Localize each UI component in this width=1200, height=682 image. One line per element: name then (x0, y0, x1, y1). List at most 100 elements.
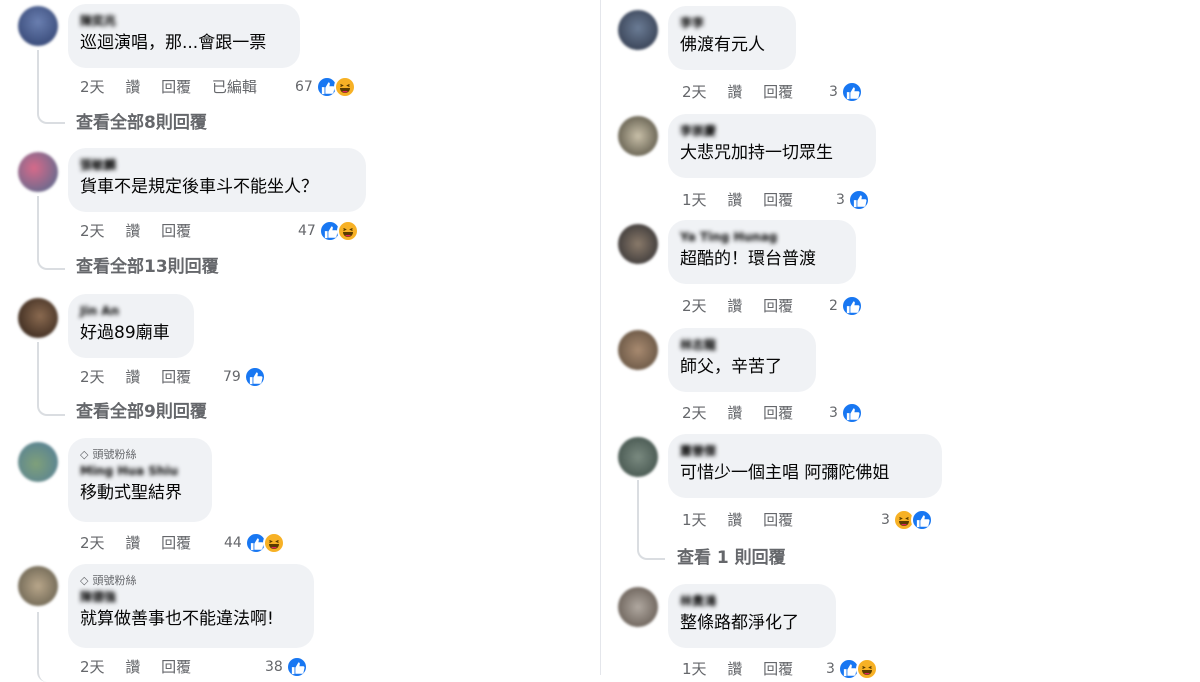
comment-time[interactable]: 2天 (80, 658, 105, 676)
reply-action[interactable]: 回覆 (161, 78, 191, 96)
like-action[interactable]: 讚 (125, 368, 140, 386)
reaction-summary[interactable]: 79 (223, 366, 266, 388)
reaction-summary[interactable]: 3 (829, 402, 863, 424)
view-replies-link[interactable]: 查看全部8則回覆 (76, 111, 207, 135)
comment-bubble: 張敏麟 貨車不是規定後車斗不能坐人？ (68, 148, 366, 212)
comment-text: 師父，辛苦了 (680, 357, 782, 377)
comment-time[interactable]: 2天 (682, 83, 707, 101)
commenter-name[interactable]: 蕭晉傑 (680, 443, 930, 459)
reply-action[interactable]: 回覆 (763, 191, 793, 209)
comment-time[interactable]: 1天 (682, 191, 707, 209)
commenter-name[interactable]: Ming Hua Shiu (80, 463, 200, 479)
comment-text: 好過89廟車 (80, 323, 170, 343)
comment-time[interactable]: 1天 (682, 660, 707, 678)
haha-icon (262, 532, 285, 554)
reaction-summary[interactable]: 44 (224, 532, 285, 554)
reply-action[interactable]: 回覆 (161, 222, 191, 240)
avatar[interactable] (18, 442, 58, 482)
reply-action[interactable]: 回覆 (763, 404, 793, 422)
top-fan-badge[interactable]: ◇ 頭號粉絲 (80, 447, 200, 463)
commenter-name[interactable]: Jin An (80, 303, 182, 319)
reply-action[interactable]: 回覆 (161, 658, 191, 676)
reaction-summary[interactable]: 67 (295, 76, 356, 98)
comment-time[interactable]: 2天 (80, 368, 105, 386)
avatar[interactable] (618, 116, 658, 156)
badge-label: 頭號粉絲 (92, 574, 137, 587)
like-icon (243, 366, 266, 388)
comment-time[interactable]: 2天 (80, 78, 105, 96)
comment-text: 整條路都淨化了 (680, 613, 799, 633)
comment-actions: 1天 讚 回覆 (682, 189, 809, 211)
comment-time[interactable]: 2天 (80, 534, 105, 552)
avatar[interactable] (618, 587, 658, 627)
commenter-name[interactable]: 林貴鴻 (680, 593, 824, 609)
haha-icon (336, 220, 359, 242)
commenter-name[interactable]: 陳德強 (80, 589, 302, 605)
like-action[interactable]: 讚 (727, 660, 742, 678)
reply-thread-line (37, 342, 65, 416)
view-replies-link[interactable]: 查看全部9則回覆 (76, 400, 207, 424)
comment-text: 超酷的！環台普渡 (680, 249, 816, 269)
reaction-count: 67 (295, 79, 313, 95)
reaction-count: 3 (829, 84, 838, 100)
like-action[interactable]: 讚 (727, 83, 742, 101)
like-action[interactable]: 讚 (125, 222, 140, 240)
reply-action[interactable]: 回覆 (161, 368, 191, 386)
commenter-name[interactable]: 陳奕兆 (80, 13, 288, 29)
top-fan-badge[interactable]: ◇ 頭號粉絲 (80, 573, 302, 589)
reaction-count: 47 (298, 223, 316, 239)
comment-actions: 2天 讚 回覆 (682, 81, 809, 103)
comment-time[interactable]: 2天 (80, 222, 105, 240)
reply-action[interactable]: 回覆 (763, 297, 793, 315)
avatar[interactable] (618, 437, 658, 477)
like-icon (910, 509, 933, 531)
avatar[interactable] (618, 224, 658, 264)
like-action[interactable]: 讚 (125, 78, 140, 96)
like-action[interactable]: 讚 (727, 297, 742, 315)
reaction-summary[interactable]: 3 (881, 509, 933, 531)
avatar[interactable] (18, 152, 58, 192)
like-icon (840, 81, 863, 103)
reply-action[interactable]: 回覆 (763, 660, 793, 678)
reply-thread-line (37, 196, 65, 270)
like-action[interactable]: 讚 (727, 404, 742, 422)
reply-action[interactable]: 回覆 (161, 534, 191, 552)
comment-time[interactable]: 2天 (682, 404, 707, 422)
reaction-summary[interactable]: 2 (829, 295, 863, 317)
commenter-name[interactable]: 李李 (680, 15, 784, 31)
like-action[interactable]: 讚 (727, 511, 742, 529)
commenter-name[interactable]: Ya Ting Hunag (680, 229, 844, 245)
like-icon (847, 189, 870, 211)
reply-thread-line (37, 50, 65, 124)
edited-label[interactable]: 已編輯 (212, 78, 257, 96)
like-action[interactable]: 讚 (727, 191, 742, 209)
comment-time[interactable]: 1天 (682, 511, 707, 529)
reaction-summary[interactable]: 3 (826, 658, 878, 680)
comment-time[interactable]: 2天 (682, 297, 707, 315)
comment-text: 貨車不是規定後車斗不能坐人？ (80, 177, 318, 197)
avatar[interactable] (18, 298, 58, 338)
comment-bubble: Jin An 好過89廟車 (68, 294, 194, 358)
avatar[interactable] (618, 10, 658, 50)
comment-bubble: 李李 佛渡有元人 (668, 6, 796, 70)
reply-action[interactable]: 回覆 (763, 83, 793, 101)
comment-text: 可惜少一個主唱 阿彌陀佛姐 (680, 463, 890, 483)
avatar[interactable] (18, 6, 58, 46)
reply-thread-line (37, 612, 65, 682)
view-replies-link[interactable]: 查看全部13則回覆 (76, 255, 219, 279)
comment-bubble: 李崇慶 大悲咒加持一切眾生 (668, 114, 876, 178)
comment-text: 移動式聖結界 (80, 483, 182, 503)
like-action[interactable]: 讚 (125, 658, 140, 676)
avatar[interactable] (18, 566, 58, 606)
view-replies-link[interactable]: 查看 1 則回覆 (677, 546, 786, 570)
reply-action[interactable]: 回覆 (763, 511, 793, 529)
reaction-summary[interactable]: 47 (298, 220, 359, 242)
reaction-summary[interactable]: 3 (829, 81, 863, 103)
commenter-name[interactable]: 李崇慶 (680, 123, 864, 139)
avatar[interactable] (618, 330, 658, 370)
comment-bubble: ◇ 頭號粉絲 陳德強 就算做善事也不能違法啊! (68, 564, 314, 648)
like-action[interactable]: 讚 (125, 534, 140, 552)
commenter-name[interactable]: 林志龍 (680, 337, 804, 353)
reaction-summary[interactable]: 3 (836, 189, 870, 211)
commenter-name[interactable]: 張敏麟 (80, 157, 354, 173)
